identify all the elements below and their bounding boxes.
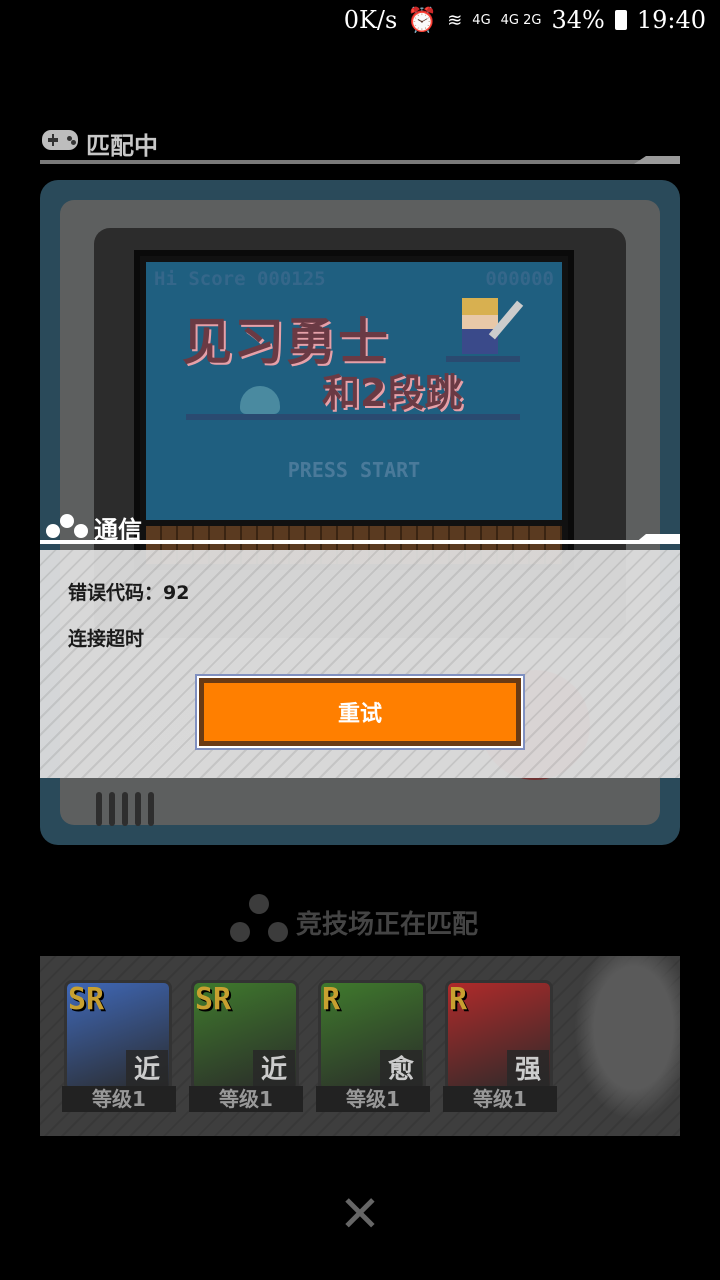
comm-header: 通信 [40,506,680,550]
network-type-2: 4G 2G [500,12,542,28]
card[interactable]: SR 近 等级1 [62,980,176,1112]
arena-icon [230,894,288,946]
card-rarity: SR [195,982,232,1017]
arena-title: 竞技场正在匹配 [296,910,479,940]
comm-divider [40,540,680,544]
speaker-grill [96,792,160,828]
alarm-icon: ⏰ [407,6,438,34]
card-level: 等级1 [62,1086,176,1112]
card-rarity: R [449,982,468,1017]
header-divider-accent [634,156,680,164]
network-speed: 0K/s [343,6,398,34]
card-level: 等级1 [443,1086,557,1112]
card-rarity: R [322,982,341,1017]
ground [186,414,520,420]
comm-divider-accent [634,534,680,544]
slime-sprite [240,386,280,414]
matching-header: 匹配中 [40,122,680,166]
network-icon [46,512,88,542]
current-score: 000000 [485,268,554,290]
battery-level: 34% [551,6,605,34]
character-portrait [564,956,680,1136]
clock: 19:40 [636,6,706,34]
header-divider [40,160,680,164]
retry-button-label: 重试 [199,678,521,746]
game-logo-line2: 和2段跳 [322,371,463,415]
hi-score: Hi Score 000125 [154,268,326,290]
card-level: 等级1 [316,1086,430,1112]
hero-sprite [462,298,498,354]
card-type: 愈 [380,1050,422,1090]
platform [446,356,520,362]
battery-icon [614,10,627,30]
press-start: PRESS START [287,458,421,482]
arena-matching: 竞技场正在匹配 [230,890,530,950]
error-dialog: 错误代码：92 连接超时 重试 [40,550,680,778]
card-type: 近 [126,1050,168,1090]
error-code: 错误代码：92 [68,582,190,604]
card-type: 近 [253,1050,295,1090]
wifi-icon: ≋ [447,9,463,31]
team-cards: SR 近 等级1 SR 近 等级1 R 愈 等级1 R 强 等级1 [40,956,680,1136]
close-icon[interactable]: ✕ [334,1188,386,1240]
network-type: 4G [472,12,491,28]
matching-title: 匹配中 [86,132,158,160]
status-bar: 0K/s ⏰ ≋ 4G 4G 2G 34% 19:40 [0,0,720,40]
game-screen-display: Hi Score 000125 000000 见习勇士 和2段跳 PRESS S… [146,262,562,520]
retry-button[interactable]: 重试 [195,674,525,750]
card[interactable]: SR 近 等级1 [189,980,303,1112]
card-type: 强 [507,1050,549,1090]
card[interactable]: R 愈 等级1 [316,980,430,1112]
card-level: 等级1 [189,1086,303,1112]
card-rarity: SR [68,982,105,1017]
card[interactable]: R 强 等级1 [443,980,557,1112]
error-message: 连接超时 [68,628,145,650]
gamepad-icon [42,130,78,150]
